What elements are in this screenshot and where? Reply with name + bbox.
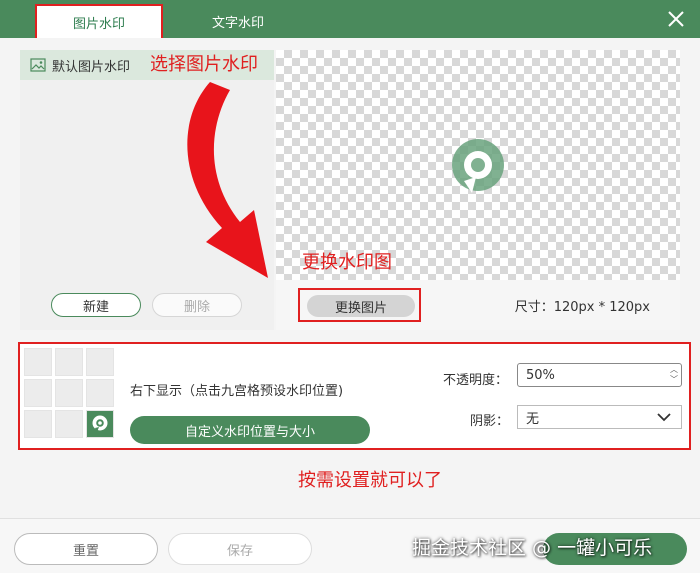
image-size-text: 尺寸：120px * 120px (514, 300, 650, 315)
opacity-value: 50% (526, 367, 555, 383)
new-button-label: 新建 (82, 299, 109, 315)
save-button[interactable]: 保存 (168, 533, 312, 565)
tab-text-watermark-label: 文字水印 (211, 15, 264, 31)
logo-icon (452, 139, 504, 193)
opacity-input[interactable]: 50% ︿ ﹀ (517, 363, 682, 387)
opacity-label: 不透明度： (443, 373, 509, 388)
annotation-set-as-needed: 按需设置就可以了 (298, 470, 442, 491)
save-button-label: 保存 (226, 543, 253, 559)
watermark-preview (276, 50, 680, 280)
delete-button[interactable]: 删除 (152, 293, 242, 317)
grid-cell-middle-left[interactable] (24, 379, 52, 407)
logo-icon (92, 415, 108, 432)
grid-cell-top-left[interactable] (24, 348, 52, 376)
change-image-label: 更换图片 (334, 300, 387, 316)
annotation-arrow (187, 82, 268, 278)
tab-image-watermark-label: 图片水印 (72, 16, 125, 32)
change-image-button[interactable]: 更换图片 (307, 295, 415, 317)
grid-cell-bottom-left[interactable] (24, 410, 52, 438)
reset-button-label: 重置 (72, 543, 99, 559)
new-button[interactable]: 新建 (51, 293, 141, 317)
grid-cell-bottom-right[interactable] (86, 410, 114, 438)
shadow-value: 无 (526, 411, 540, 427)
shadow-select[interactable]: 无 (517, 405, 682, 429)
custom-position-button[interactable]: 自定义水印位置与大小 (130, 416, 370, 444)
image-info-row: 更换图片 尺寸：120px * 120px (276, 280, 680, 330)
reset-button[interactable]: 重置 (14, 533, 158, 565)
grid-cell-bottom-center[interactable] (55, 410, 83, 438)
position-description: 右下显示（点击九宫格预设水印位置) (130, 384, 344, 399)
close-icon[interactable] (666, 9, 686, 29)
chevron-down-icon (657, 413, 671, 422)
grid-cell-center[interactable] (55, 379, 83, 407)
delete-button-label: 删除 (183, 299, 210, 315)
title-bar: 图片水印 文字水印 (0, 0, 700, 38)
settings-section: 右下显示（点击九宫格预设水印位置) 自定义水印位置与大小 不透明度： 50% ︿… (18, 342, 691, 450)
tab-text-watermark[interactable]: 文字水印 (190, 4, 286, 38)
custom-position-label: 自定义水印位置与大小 (184, 424, 315, 440)
grid-cell-top-center[interactable] (55, 348, 83, 376)
image-icon (30, 58, 46, 72)
shadow-label: 阴影： (470, 414, 510, 429)
spin-icon[interactable]: ︿ ﹀ (670, 365, 678, 385)
annotation-change-image: 更换水印图 (302, 252, 392, 273)
list-item-label: 默认图片水印 (52, 59, 131, 75)
position-grid (24, 348, 116, 440)
grid-cell-middle-right[interactable] (86, 379, 114, 407)
grid-cell-top-right[interactable] (86, 348, 114, 376)
site-watermark: 掘金技术社区 @ 一罐小可乐 (412, 537, 653, 559)
change-image-highlight: 更换图片 (298, 288, 421, 322)
tab-image-watermark[interactable]: 图片水印 (35, 4, 163, 38)
